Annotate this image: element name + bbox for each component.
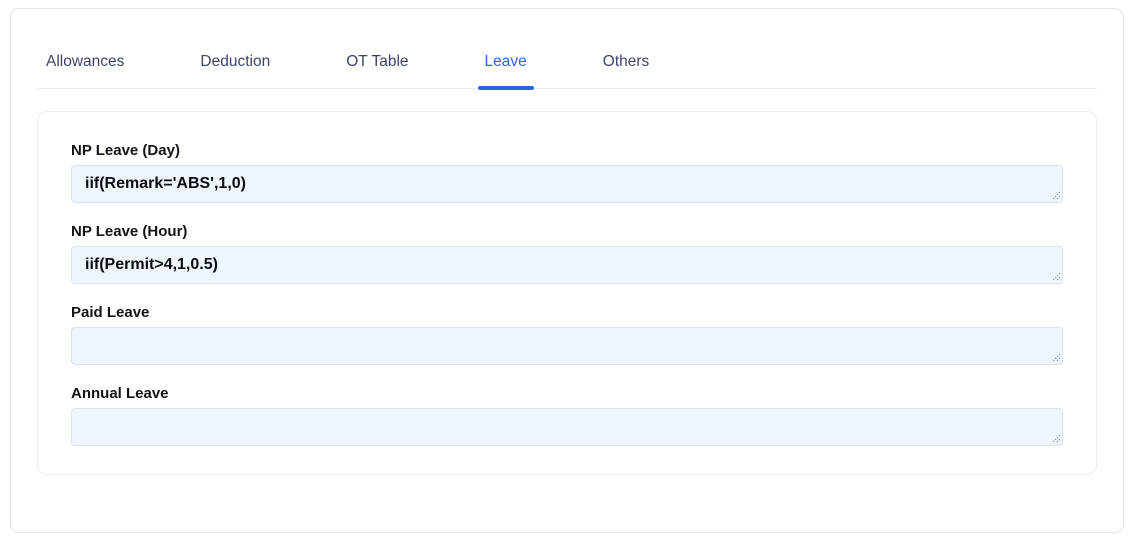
paid-leave-label: Paid Leave	[71, 304, 150, 321]
leave-formulas-panel: NP Leave (Day) iif(Remark='ABS',1,0) NP …	[37, 111, 1097, 475]
np-leave-hour-input[interactable]: iif(Permit>4,1,0.5)	[71, 246, 1063, 284]
annual-leave-input-wrap	[71, 408, 1063, 446]
annual-leave-label: Annual Leave	[71, 385, 169, 402]
np-leave-hour-label: NP Leave (Hour)	[71, 223, 188, 240]
field-annual-leave: Annual Leave	[71, 385, 1063, 446]
tab-leave[interactable]: Leave	[477, 53, 535, 90]
settings-card: Allowances Deduction OT Table Leave Othe…	[10, 8, 1124, 533]
np-leave-hour-input-wrap: iif(Permit>4,1,0.5)	[71, 246, 1063, 284]
annual-leave-input[interactable]	[71, 408, 1063, 446]
tab-deduction[interactable]: Deduction	[200, 53, 270, 71]
np-leave-day-label: NP Leave (Day)	[71, 142, 180, 159]
field-np-leave-day: NP Leave (Day) iif(Remark='ABS',1,0)	[71, 142, 1063, 203]
tab-allowances[interactable]: Allowances	[46, 53, 124, 71]
np-leave-day-input-wrap: iif(Remark='ABS',1,0)	[71, 165, 1063, 203]
field-paid-leave: Paid Leave	[71, 304, 1063, 365]
paid-leave-input-wrap	[71, 327, 1063, 365]
tab-bar: Allowances Deduction OT Table Leave Othe…	[37, 53, 1097, 90]
paid-leave-input[interactable]	[71, 327, 1063, 365]
field-np-leave-hour: NP Leave (Hour) iif(Permit>4,1,0.5)	[71, 223, 1063, 284]
tab-others[interactable]: Others	[603, 53, 650, 71]
tab-ot-table[interactable]: OT Table	[346, 53, 408, 71]
np-leave-day-input[interactable]: iif(Remark='ABS',1,0)	[71, 165, 1063, 203]
